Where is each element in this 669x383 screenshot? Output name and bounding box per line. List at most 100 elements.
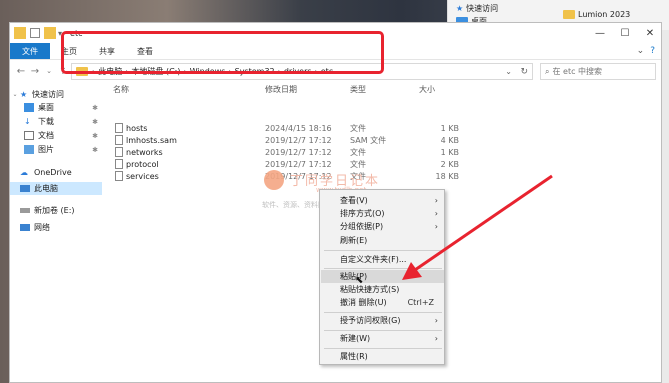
chevron-right-icon: ›	[434, 316, 438, 325]
file-name: hosts	[126, 123, 148, 133]
sidebar-item-desktop[interactable]: 桌面 ✱	[10, 101, 102, 114]
new-folder-icon[interactable]	[44, 27, 56, 39]
file-name: services	[126, 171, 159, 181]
sidebar-item-this-pc[interactable]: 此电脑	[10, 182, 102, 195]
chevron-down-icon[interactable]: ⌄	[637, 46, 645, 56]
menu-item-give-access[interactable]: 授予访问权限(G) ›	[321, 314, 444, 327]
file-type: 文件	[350, 123, 366, 133]
menu-separator	[324, 250, 442, 251]
chevron-right-icon: ›	[434, 334, 438, 343]
download-icon: ↓	[24, 117, 31, 126]
menu-shortcut: Ctrl+Z	[407, 298, 434, 307]
menu-separator	[324, 268, 442, 269]
bg-quick-access-item: ★ 快速访问	[456, 4, 499, 13]
menu-item-paste[interactable]: 粘贴(P)	[321, 270, 444, 283]
file-size: 2 KB	[440, 159, 459, 169]
cloud-icon: ☁	[20, 168, 28, 177]
file-size: 18 KB	[435, 171, 459, 181]
minimize-button[interactable]: —	[593, 26, 607, 40]
pin-icon: ✱	[92, 145, 98, 154]
document-icon	[24, 131, 34, 140]
column-header-type[interactable]: 类型	[350, 84, 366, 95]
search-input[interactable]: 在 etc 中搜索	[552, 66, 602, 77]
file-date: 2019/12/7 17:12	[265, 147, 332, 157]
star-icon: ★	[20, 90, 28, 99]
menu-item-properties[interactable]: 属性(R)	[321, 350, 444, 363]
context-menu: 查看(V) › 排序方式(O) › 分组依据(P) › 刷新(E) 自定义文件夹…	[319, 189, 445, 365]
menu-item-view[interactable]: 查看(V) ›	[321, 194, 444, 207]
file-date: 2024/4/15 18:16	[265, 123, 332, 133]
navigation-pane: ⌄ ★ 快速访问 桌面 ✱ ↓ 下载 ✱ 文档 ✱ 图片 ✱ ☁ OneDriv…	[10, 88, 102, 383]
recent-locations-button[interactable]: ⌄	[42, 67, 56, 75]
pin-icon: ✱	[92, 131, 98, 140]
menu-item-undo-delete[interactable]: 撤消 删除(U) Ctrl+Z	[321, 296, 444, 309]
menu-item-customize-folder[interactable]: 自定义文件夹(F)...	[321, 253, 444, 266]
file-row[interactable]: networks 2019/12/7 17:12 文件 1 KB	[113, 146, 533, 158]
maximize-button[interactable]: ☐	[618, 26, 632, 40]
ribbon-right-controls: ⌄ ?	[637, 46, 655, 56]
pin-icon: ✱	[92, 103, 98, 112]
column-header-name[interactable]: 名称	[113, 84, 129, 95]
file-name: networks	[126, 147, 163, 157]
menu-item-group-by[interactable]: 分组依据(P) ›	[321, 220, 444, 233]
star-icon: ★	[456, 4, 464, 13]
chevron-right-icon: ›	[434, 209, 438, 218]
menu-item-refresh[interactable]: 刷新(E)	[321, 234, 444, 247]
file-name: protocol	[126, 159, 159, 169]
menu-item-new[interactable]: 新建(W) ›	[321, 332, 444, 345]
menu-item-sort-by[interactable]: 排序方式(O) ›	[321, 207, 444, 220]
file-type: SAM 文件	[350, 135, 387, 145]
bg-lumion-item: Lumion 2023	[563, 10, 630, 19]
mouse-cursor-icon: ⬉	[355, 275, 364, 286]
address-dropdown-icon[interactable]: ⌄	[505, 67, 512, 76]
search-box[interactable]: ⌕ 在 etc 中搜索	[540, 63, 656, 80]
file-row[interactable]: lmhosts.sam 2019/12/7 17:12 SAM 文件 4 KB	[113, 134, 533, 146]
sidebar-item-documents[interactable]: 文档 ✱	[10, 129, 102, 142]
address-highlight-box	[61, 31, 384, 74]
chevron-right-icon: ›	[434, 196, 438, 205]
file-size: 1 KB	[440, 123, 459, 133]
forward-button[interactable]: →	[28, 66, 42, 77]
menu-separator	[324, 348, 442, 349]
menu-item-paste-shortcut[interactable]: 粘贴快捷方式(S)	[321, 283, 444, 296]
column-header-size[interactable]: 大小	[419, 84, 435, 95]
desktop-folder-icon	[24, 103, 34, 112]
network-icon	[20, 224, 30, 231]
help-icon[interactable]: ?	[650, 46, 655, 56]
sidebar-item-network[interactable]: 网络	[10, 221, 102, 234]
menu-separator	[324, 312, 442, 313]
computer-icon	[20, 185, 30, 192]
sidebar-item-downloads[interactable]: ↓ 下载 ✱	[10, 115, 102, 128]
chevron-right-icon: ›	[434, 222, 438, 231]
sidebar-item-onedrive[interactable]: ☁ OneDrive	[10, 166, 102, 179]
picture-icon	[24, 145, 34, 154]
sidebar-item-pictures[interactable]: 图片 ✱	[10, 143, 102, 156]
file-icon	[115, 147, 123, 157]
menu-separator	[324, 330, 442, 331]
file-type: 文件	[350, 147, 366, 157]
file-size: 4 KB	[440, 135, 459, 145]
file-icon	[115, 135, 123, 145]
watermark-logo-icon	[264, 170, 284, 190]
file-date: 2019/12/7 17:12	[265, 135, 332, 145]
file-icon	[115, 123, 123, 133]
tab-file[interactable]: 文件	[10, 43, 50, 59]
refresh-icon[interactable]: ↻	[520, 67, 528, 77]
drive-icon	[20, 208, 30, 213]
properties-icon[interactable]	[30, 28, 40, 38]
file-size: 1 KB	[440, 147, 459, 157]
file-icon	[115, 171, 123, 181]
back-button[interactable]: ←	[14, 66, 28, 77]
pin-icon: ✱	[92, 117, 98, 126]
chevron-down-icon[interactable]: ⌄	[10, 91, 20, 98]
sidebar-item-drive-e[interactable]: 新加卷 (E:)	[10, 204, 102, 217]
file-name: lmhosts.sam	[126, 135, 177, 145]
file-row[interactable]: hosts 2024/4/15 18:16 文件 1 KB	[113, 122, 533, 134]
search-icon: ⌕	[545, 66, 550, 76]
close-button[interactable]: ✕	[643, 26, 657, 40]
folder-icon	[14, 27, 26, 39]
column-header-date[interactable]: 修改日期	[265, 84, 297, 95]
folder-icon	[563, 10, 575, 19]
sidebar-item-quick-access[interactable]: ⌄ ★ 快速访问	[10, 88, 102, 101]
file-icon	[115, 159, 123, 169]
